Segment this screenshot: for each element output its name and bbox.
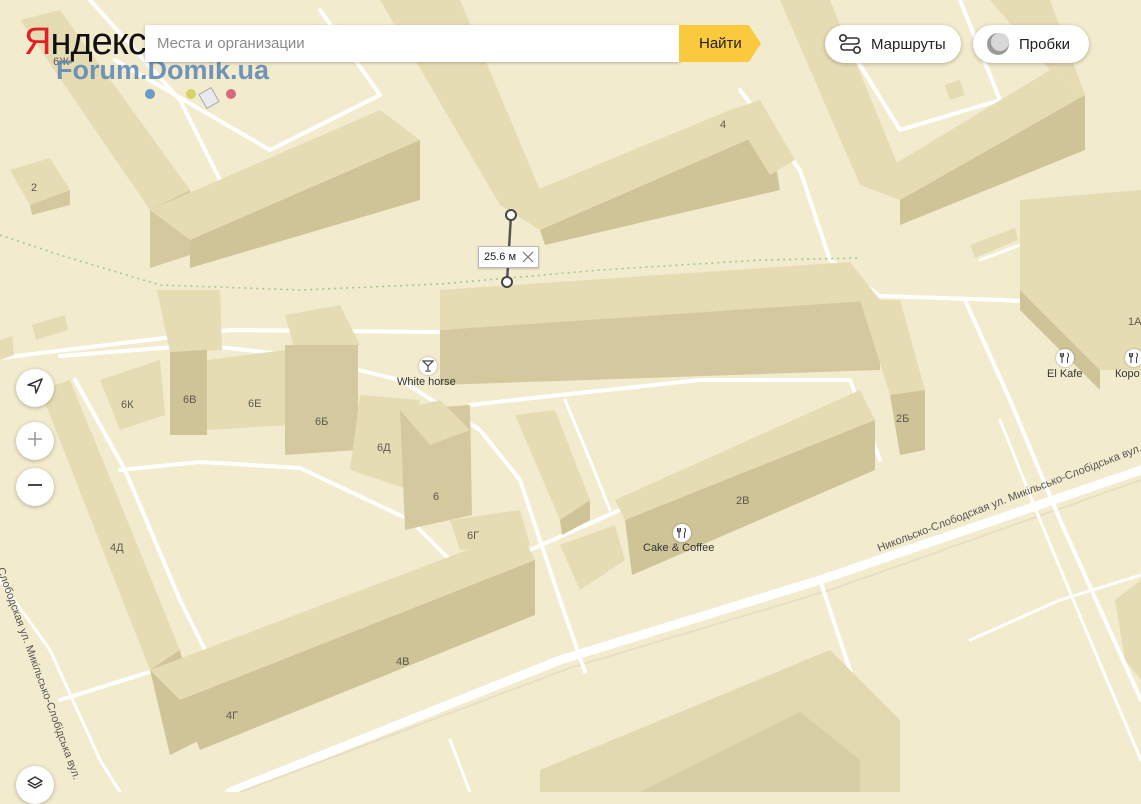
zoom-out-button[interactable]: [16, 468, 54, 506]
building-label-1a: 1А: [1128, 316, 1141, 328]
plus-icon: [26, 430, 44, 453]
building-label-4v: 4В: [396, 656, 410, 668]
traffic-label: Пробки: [1019, 35, 1070, 53]
search-input[interactable]: [145, 25, 667, 62]
minus-icon: [26, 476, 44, 499]
fork-knife-icon[interactable]: [1125, 349, 1141, 367]
map-canvas[interactable]: [0, 0, 1141, 792]
building-label-6k: 6К: [121, 399, 134, 411]
geolocation-button[interactable]: [16, 369, 54, 407]
find-button[interactable]: Найти: [679, 25, 761, 62]
building-label-2v: 2В: [736, 495, 750, 507]
building-label-6v: 6В: [183, 394, 197, 406]
poi-label-cake-coffee[interactable]: Cake & Coffee: [643, 542, 714, 554]
layers-icon: [26, 774, 44, 797]
poi-label-el-kafe[interactable]: El Kafe: [1047, 368, 1082, 380]
fork-knife-icon[interactable]: [673, 524, 691, 542]
watermark-dots: [145, 86, 236, 110]
zoom-in-button[interactable]: [16, 422, 54, 460]
fork-knife-icon[interactable]: [1056, 349, 1074, 367]
building-label-6d: 6Д: [377, 442, 391, 454]
traffic-button[interactable]: Пробки: [973, 25, 1089, 63]
building-label-4d: 4Д: [110, 542, 124, 554]
close-icon[interactable]: [521, 250, 535, 264]
search-box[interactable]: [145, 25, 680, 62]
navigation-arrow-icon: [26, 377, 44, 400]
building-6v-side: [170, 350, 207, 435]
building-label-6b: 6Б: [315, 416, 329, 428]
cocktail-icon[interactable]: [419, 357, 437, 375]
poi-label-white-horse[interactable]: White horse: [397, 376, 456, 388]
building-label-6e: 6Е: [248, 398, 262, 410]
measure-start-point: [505, 209, 517, 221]
traffic-icon: [985, 31, 1011, 57]
routes-label: Маршруты: [871, 35, 946, 53]
measure-label: 25.6 м: [478, 246, 540, 268]
layers-button[interactable]: [16, 766, 54, 804]
building-label-2: 2: [31, 182, 38, 194]
building-label-6g: 6Г: [467, 530, 480, 542]
building-label-6: 6: [433, 491, 440, 503]
building-label-4g: 4Г: [226, 710, 239, 722]
route-icon: [837, 31, 863, 57]
logo-letter: Я: [24, 21, 51, 63]
building-label-2b: 2Б: [896, 413, 910, 425]
measure-distance: 25.6 м: [484, 251, 517, 263]
poi-label-koro[interactable]: Коро: [1115, 368, 1140, 380]
routes-button[interactable]: Маршруты: [825, 25, 961, 63]
measure-end-point: [501, 276, 513, 288]
building-6e: [207, 350, 290, 430]
building-6b-side: [285, 345, 358, 455]
building-label-4: 4: [720, 119, 727, 131]
